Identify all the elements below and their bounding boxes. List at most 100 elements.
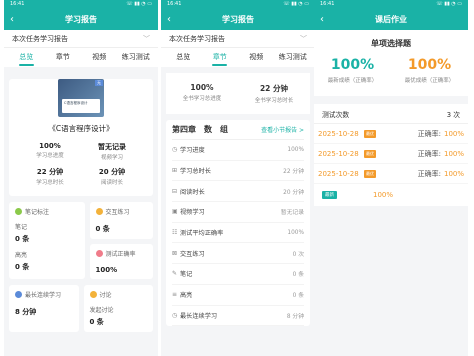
chapter-metric-row: ⊟ 阅读时长 20 分钟 [172,181,304,203]
metric-icon: ☷ [172,229,178,237]
back-icon[interactable]: ‹ [167,14,171,25]
summary-value: 100% [190,83,214,92]
metric-value: 暂无记录 [280,210,304,217]
status-time: 16:41 [10,1,25,7]
tab-overview[interactable]: 总览 [165,48,202,67]
cover-badge: 无 [95,80,103,86]
chapter-metric-row: ⊠ 交互练习 0 次 [172,243,304,265]
clock-icon [15,291,22,298]
report-tabs: 总览 章节 视频 练习测试 [161,48,315,67]
summary-progress: 100% 全书学习总进度 [166,83,238,104]
accuracy-value: 100% [443,169,464,178]
tab-chapters[interactable]: 章节 [45,48,82,67]
metric-icon: ✎ [172,270,178,278]
metric-icon: ⊟ [172,187,178,195]
stat-label: 学习总进度 [36,153,64,159]
back-icon[interactable]: ‹ [10,14,14,25]
screen-learning-report-chapters: 16:41 ☏ ▮▮ ◔ ▭ ‹ 学习报告 本次任务学习报告 ﹀ 总览 章节 视频… [161,0,315,356]
report-tabs: 总览 章节 视频 练习测试 [4,48,158,67]
card-title: 交互练习 [105,209,130,216]
chevron-down-icon: ﹀ [143,34,150,43]
attempt-row[interactable]: 2025-10-28 最优 正确率: 100% [314,164,468,184]
tests-label: 测试次数 [322,110,350,119]
latest-attempt-summary[interactable]: 最新 100% [314,184,468,206]
best-badge: 最优 [364,169,376,178]
section-report-link[interactable]: 查看小节报告 > [261,125,304,134]
section-title: 单项选择题 [314,30,468,49]
metric-value: 0 条 [292,293,304,300]
nav-bar: ‹ 学习报告 [4,8,158,30]
status-icons: ☏ ▮▮ ◔ ▭ [436,1,462,7]
metric-value: 100% [287,229,304,236]
status-icons: ☏ ▮▮ ◔ ▭ [283,1,309,7]
chapter-title: 第四章 数 组 [172,125,228,134]
chevron-down-icon: ﹀ [300,34,307,43]
test-icon [95,250,103,257]
attempt-date: 2025-10-28 [318,169,359,178]
stat-total-progress: 100% 学习总进度 [19,142,81,161]
status-time: 16:41 [167,1,182,7]
attempt-row[interactable]: 2025-10-28 最优 正确率: 100% [314,144,468,164]
screen-homework: 16:41 ☏ ▮▮ ◔ ▭ ‹ 课后作业 单项选择题 100% 最新成绩（正确率）… [314,0,468,356]
stat-label: 视频学习 [100,155,123,161]
best-badge: 最优 [364,149,376,158]
card-sub: 发起讨论 [89,307,114,314]
metric-name: 笔记 [180,271,193,279]
metric-icon: ◷ [172,311,178,319]
card-value: 0 条 [95,225,110,233]
accuracy-value: 100% [443,129,464,138]
cards-row-2: 最长连续学习 8 分钟 讨论 发起讨论 0 条 [9,285,153,332]
tab-practice-test[interactable]: 练习测试 [118,48,155,67]
attempt-row[interactable]: 2025-10-28 最优 正确率: 100% [314,124,468,144]
metric-value: 100% [287,146,304,153]
metric-name: 学习进度 [180,147,205,155]
summary-label: 全书学习总时长 [254,98,294,104]
notes-card[interactable]: 笔记标注 笔记 0 条 高亮 0 条 [9,202,85,279]
test-accuracy-card[interactable]: 测试正确率 100% [89,244,153,279]
status-bar: 16:41 ☏ ▮▮ ◔ ▭ [314,0,468,8]
chapter-metrics: ◷ 学习进度 100% ⊞ 学习总时长 22 分钟 ⊟ 阅读时长 20 分钟 ▣ 视频学习 暂无记录 ☷… [172,140,304,327]
tab-overview[interactable]: 总览 [8,48,45,67]
status-icons: ☏ ▮▮ ◔ ▭ [126,1,152,7]
report-scope-select[interactable]: 本次任务学习报告 ﹀ [161,30,315,48]
metric-name: 高亮 [180,292,193,300]
card-sub: 高亮 [15,252,28,259]
tests-count: 3 次 [446,110,460,119]
test-accuracy-card-header: 测试正确率 [95,249,148,258]
longest-study-card[interactable]: 最长连续学习 8 分钟 [9,285,79,332]
score-label: 最优成绩（正确率） [404,78,455,84]
score-summary: 100% 最新成绩（正确率） 100% 最优成绩（正确率） [314,49,468,96]
chapter-metric-row: ✎ 笔记 0 条 [172,264,304,285]
metric-name: 最长连续学习 [180,312,218,320]
longest-study-card-header: 最长连续学习 [15,290,73,299]
card-title: 笔记标注 [25,209,50,216]
summary-time: 22 分钟 全书学习总时长 [238,83,310,104]
notes-card-header: 笔记标注 [15,207,79,216]
tab-practice-test[interactable]: 练习测试 [275,48,312,67]
attempt-list: 2025-10-28 最优 正确率: 100% 2025-10-28 最优 正确率: 100%… [314,124,468,184]
attempt-date: 2025-10-28 [318,149,359,158]
tab-video[interactable]: 视频 [238,48,275,67]
score-value: 100% [330,57,375,73]
tab-chapters[interactable]: 章节 [202,48,239,67]
course-stats: 100% 学习总进度 暂无记录 视频学习 22 分钟 学习总时长 20 分钟 阅读时长 [9,134,153,196]
interaction-icon [95,208,103,215]
back-icon[interactable]: ‹ [320,14,324,25]
interaction-card[interactable]: 交互练习 0 条 [89,202,153,239]
tab-video[interactable]: 视频 [81,48,118,67]
book-summary: 100% 全书学习总进度 22 分钟 全书学习总时长 [166,73,310,114]
cover-title: C语言程序设计 [62,99,100,113]
nav-bar: ‹ 课后作业 [314,8,468,30]
latest-badge: 最新 [322,191,337,199]
best-score: 100% 最优成绩（正确率） [391,57,468,84]
discussion-card[interactable]: 讨论 发起讨论 0 条 [83,285,153,332]
stat-label: 学习总时长 [36,180,64,186]
metric-icon: ≡ [172,291,178,299]
metric-value: 22 分钟 [283,169,304,176]
report-scope-select[interactable]: 本次任务学习报告 ﹀ [4,30,158,48]
chapter-metric-row: ☷ 测试平均正确率 100% [172,223,304,244]
stat-value: 暂无记录 [98,143,126,151]
card-sub: 笔记 [15,224,28,231]
metric-name: 交互练习 [180,250,205,258]
summary-label: 全书学习总进度 [182,96,222,102]
